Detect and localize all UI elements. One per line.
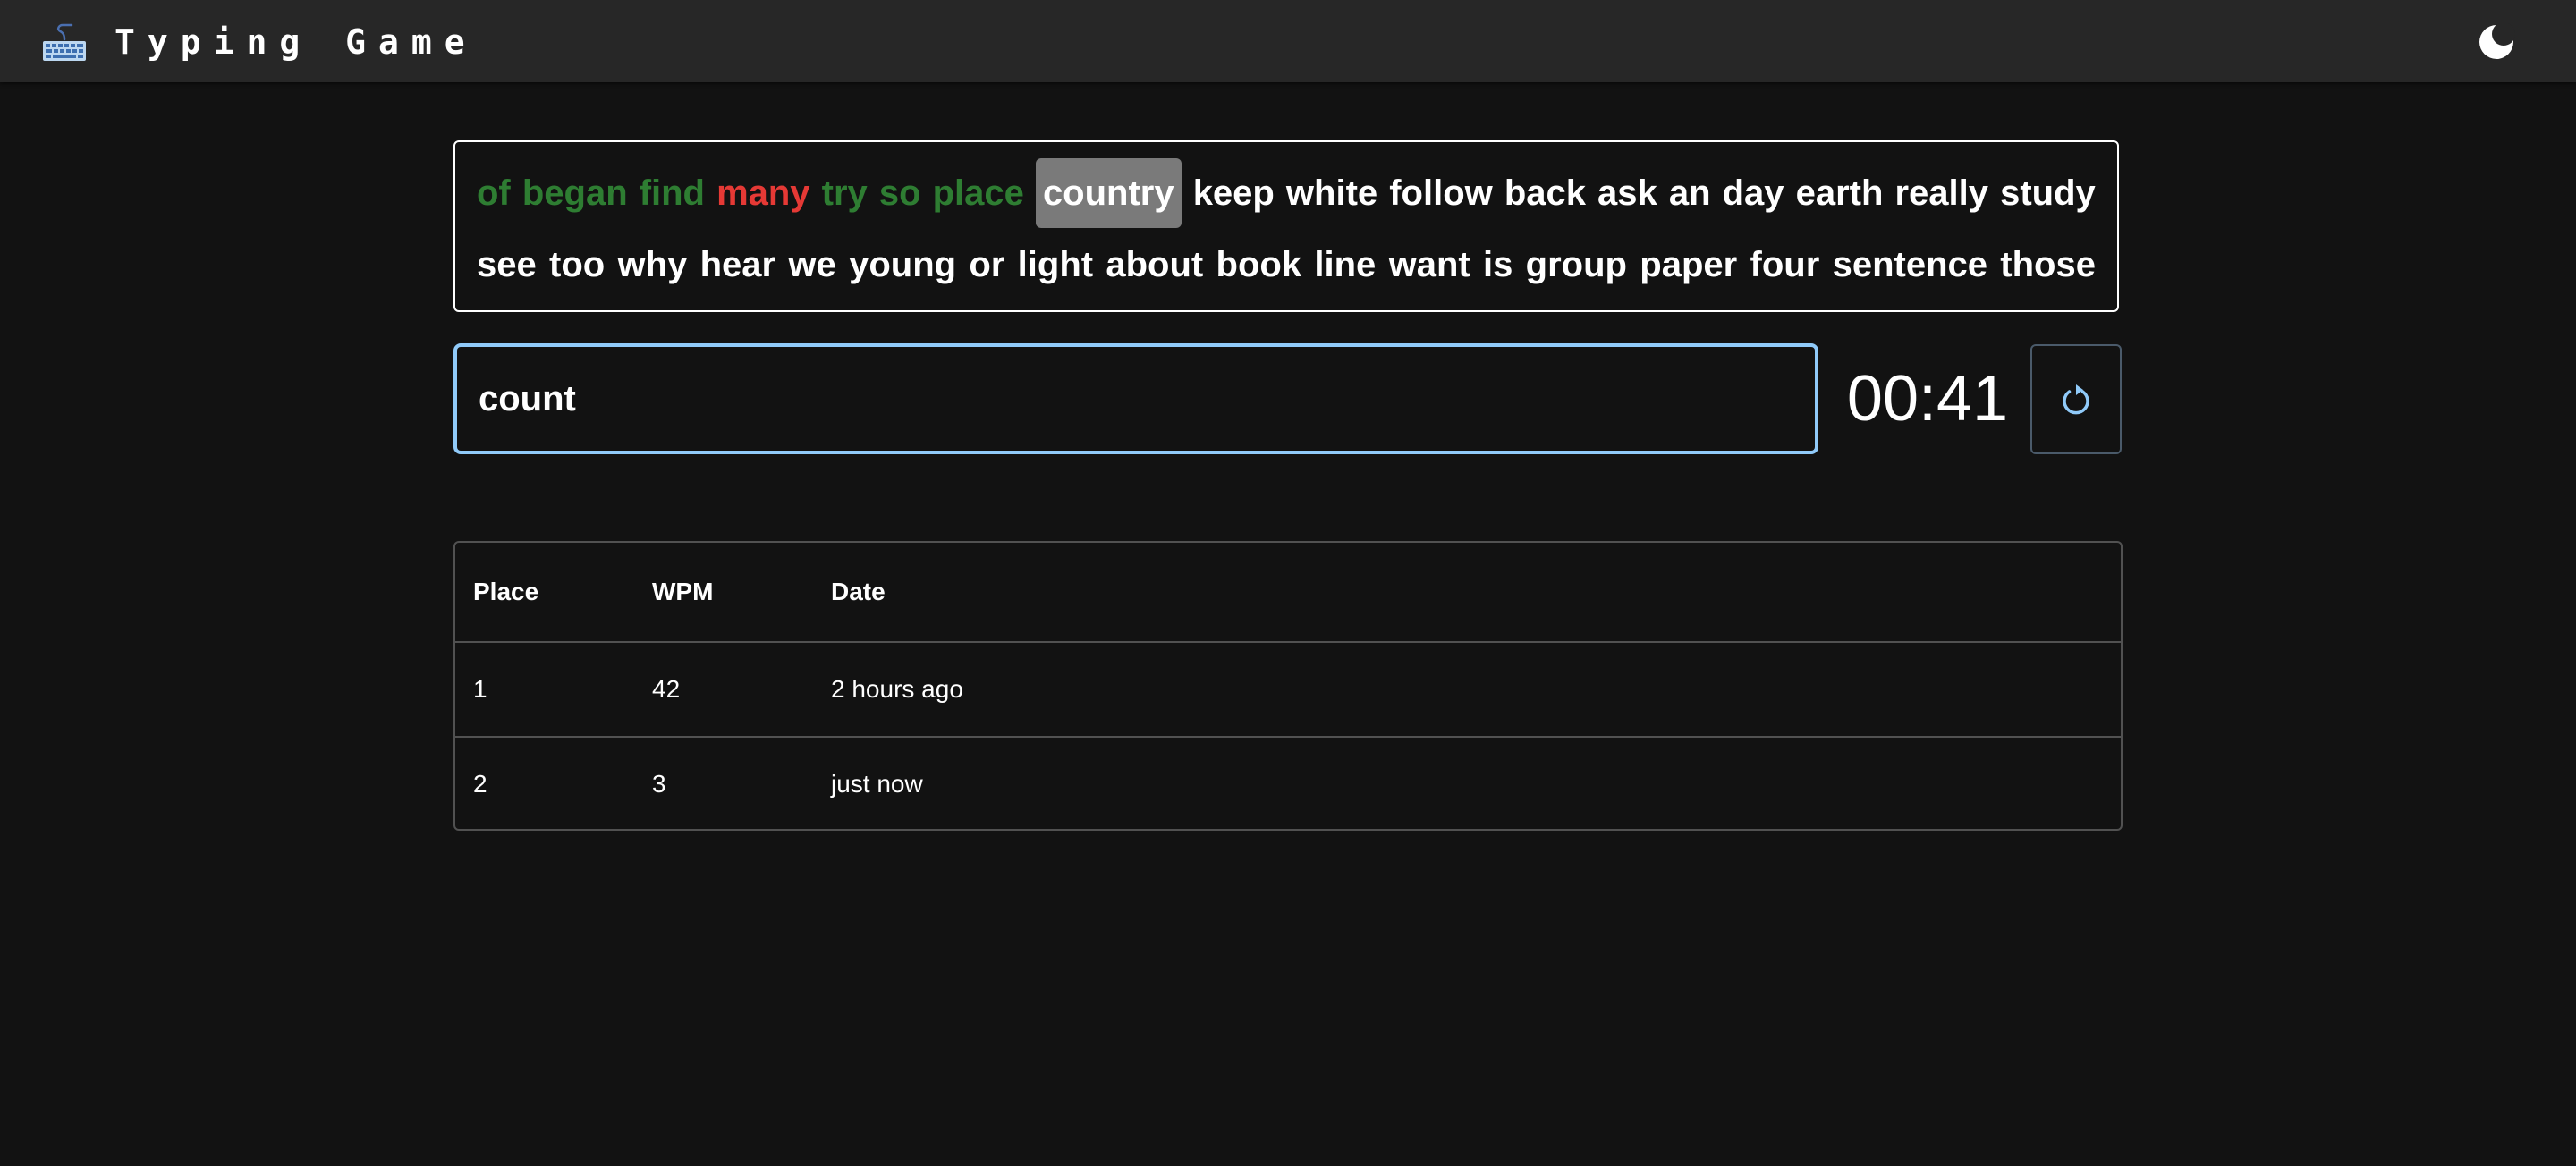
- word-line-1: of began find many try so place country keep whit…: [477, 157, 2096, 229]
- word: paper: [1640, 245, 1738, 284]
- word: place: [932, 173, 1024, 213]
- app-title: Typing Game: [114, 22, 478, 62]
- theme-toggle-button[interactable]: [2472, 18, 2521, 66]
- word: see: [477, 245, 537, 284]
- timer: 00:41: [1846, 363, 2009, 435]
- word: back: [1504, 173, 1586, 213]
- typing-input[interactable]: [453, 343, 1818, 454]
- column-header-date: Date: [831, 578, 886, 605]
- word: light: [1017, 245, 1094, 284]
- cell-date: 2 hours ago: [813, 641, 2121, 737]
- cell-wpm: 3: [634, 736, 813, 829]
- restart-button[interactable]: [2030, 344, 2122, 454]
- word: keep: [1192, 173, 1275, 213]
- table-header-row: Place WPM Date: [455, 543, 2121, 642]
- word: really: [1894, 173, 1989, 213]
- moon-icon: [2478, 23, 2515, 61]
- word: many: [716, 173, 810, 213]
- cell-place: 2: [455, 736, 634, 829]
- keyboard-icon: [41, 21, 88, 63]
- word: group: [1525, 245, 1627, 284]
- word: earth: [1795, 173, 1884, 213]
- word: want: [1388, 245, 1470, 284]
- restart-icon: [2058, 382, 2094, 418]
- word: sentence: [1832, 245, 1987, 284]
- word: day: [1722, 173, 1784, 213]
- scores-table: Place WPM Date 1 42 2 hours ago 2 3 just…: [453, 541, 2123, 831]
- table-row: 1 42 2 hours ago: [455, 641, 2121, 737]
- word: white: [1285, 173, 1378, 213]
- word: young: [849, 245, 957, 284]
- word: or: [969, 245, 1005, 284]
- word: so: [878, 173, 921, 213]
- word: began: [521, 173, 628, 213]
- word: book: [1216, 245, 1302, 284]
- word: too: [549, 245, 606, 284]
- cell-date: just now: [813, 736, 2121, 829]
- column-header-wpm: WPM: [652, 578, 714, 605]
- current-word: country: [1035, 158, 1182, 228]
- word-line-2: see too why hear we young or light about book line…: [477, 229, 2096, 300]
- word: is: [1483, 245, 1513, 284]
- word: hear: [699, 245, 776, 284]
- word: ask: [1597, 173, 1657, 213]
- word: an: [1668, 173, 1711, 213]
- word: try: [821, 173, 868, 213]
- word: why: [617, 245, 688, 284]
- word: we: [788, 245, 836, 284]
- word: study: [2000, 173, 2096, 213]
- navbar: Typing Game: [0, 0, 2576, 82]
- word: line: [1314, 245, 1377, 284]
- word-display: of began find many try so place country keep whit…: [453, 140, 2119, 312]
- word: find: [639, 173, 705, 213]
- word: those: [2000, 245, 2096, 284]
- word: about: [1106, 245, 1204, 284]
- table-row: 2 3 just now: [455, 736, 2121, 829]
- word: four: [1750, 245, 1820, 284]
- column-header-place: Place: [473, 578, 539, 605]
- brand: Typing Game: [41, 20, 478, 64]
- word: follow: [1389, 173, 1493, 213]
- cell-wpm: 42: [634, 641, 813, 737]
- word: of: [477, 173, 511, 213]
- cell-place: 1: [455, 641, 634, 737]
